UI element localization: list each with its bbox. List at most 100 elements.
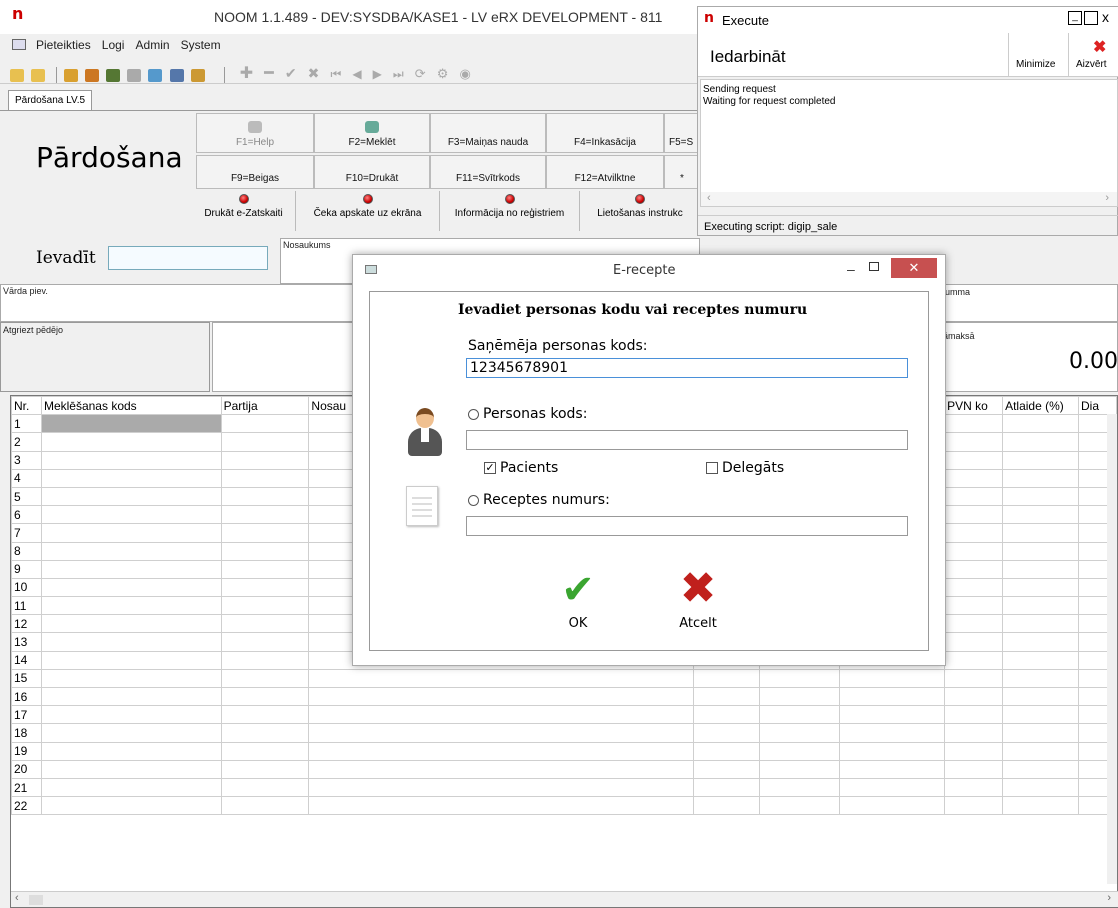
grid-cell[interactable] [944, 796, 1004, 816]
table-row[interactable]: 20 [11, 759, 1117, 779]
grid-cell[interactable] [1002, 541, 1079, 561]
grid-cell[interactable] [1002, 486, 1079, 507]
system-menu-icon[interactable] [12, 39, 26, 50]
grid-cell[interactable] [944, 723, 1004, 743]
grid-cell[interactable] [40, 523, 222, 543]
grid-cell[interactable] [1002, 414, 1079, 434]
grid-cell[interactable] [220, 559, 310, 579]
grid-cell[interactable] [944, 741, 1004, 761]
col-batch[interactable]: Partija [220, 395, 310, 416]
grid-cell[interactable] [944, 559, 1004, 579]
grid-cell[interactable] [308, 759, 695, 779]
grid-cell[interactable] [40, 614, 222, 634]
grid-cell[interactable] [758, 741, 840, 761]
recipient-code-input[interactable]: 12345678901 [466, 358, 908, 378]
personal-code-input[interactable] [466, 430, 908, 450]
grid-cell[interactable] [1002, 614, 1079, 634]
grid-cell[interactable] [40, 723, 222, 743]
f1-help-button[interactable]: F1=Help [196, 113, 314, 153]
grid-cell[interactable] [944, 777, 1004, 798]
f2-search-button[interactable]: F2=Meklēt [314, 113, 430, 153]
prescription-number-radio[interactable]: Receptes numurs: [468, 492, 610, 508]
grid-cell[interactable] [40, 668, 222, 689]
grid-cell[interactable] [220, 723, 310, 743]
grid-cell[interactable] [693, 723, 760, 743]
minimize-button[interactable]: Minimize [1016, 59, 1055, 70]
remove-icon[interactable]: ━ [264, 65, 274, 82]
col-nr[interactable]: Nr. [11, 395, 42, 416]
grid-cell[interactable] [220, 468, 310, 488]
prev-record-icon[interactable]: ◀ [352, 67, 361, 81]
grid-cell[interactable] [220, 432, 310, 452]
table-row[interactable]: 18 [11, 723, 1117, 743]
grid-cell[interactable] [40, 777, 222, 798]
grid-cell[interactable] [758, 723, 840, 743]
maximize-window-icon[interactable] [1084, 11, 1098, 25]
grid-cell[interactable] [944, 686, 1004, 707]
minimize-window-icon[interactable]: _ [1068, 11, 1082, 25]
grid-cell[interactable] [758, 686, 840, 707]
grid-cell[interactable] [944, 414, 1004, 434]
open-folder-icon[interactable] [10, 68, 24, 82]
grid-cell[interactable] [1002, 468, 1079, 488]
grid-cell[interactable] [40, 577, 222, 598]
scroll-left-icon[interactable]: ‹ [707, 192, 711, 204]
grid-cell[interactable] [944, 432, 1004, 452]
book-icon[interactable] [64, 68, 79, 82]
col-discount[interactable]: Atlaide (%) [1002, 395, 1079, 416]
grid-cell[interactable] [1002, 705, 1079, 725]
close-x-icon[interactable]: ✖ [1093, 37, 1106, 57]
globe-icon[interactable] [148, 68, 163, 82]
grid-cell[interactable] [1002, 723, 1079, 743]
menu-pieteikties[interactable]: Pieteikties [36, 38, 91, 52]
grid-cell[interactable] [693, 668, 760, 689]
grid-cell[interactable] [220, 650, 310, 670]
grid-cell[interactable] [40, 432, 222, 452]
grid-cell[interactable] [693, 741, 760, 761]
grid-cell[interactable] [758, 668, 840, 689]
grid-cell[interactable] [220, 796, 310, 816]
grid-cell[interactable] [758, 796, 840, 816]
grid-cell[interactable] [1002, 450, 1079, 470]
scroll-left-icon[interactable]: ‹ [15, 892, 19, 904]
grid-cell[interactable] [693, 759, 760, 779]
grid-cell[interactable] [838, 686, 946, 707]
grid-cell[interactable] [220, 759, 310, 779]
f9-end-button[interactable]: F9=Beigas [196, 155, 314, 189]
grid-cell[interactable] [944, 614, 1004, 634]
grid-cell[interactable] [308, 796, 695, 816]
log-horizontal-scrollbar[interactable]: ‹ › [701, 192, 1117, 206]
next-record-icon[interactable]: ▶ [373, 67, 382, 81]
close-window-icon[interactable]: x [1102, 9, 1109, 25]
grid-cell[interactable] [220, 741, 310, 761]
grid-cell[interactable] [308, 741, 695, 761]
grid-cell[interactable] [40, 705, 222, 725]
grid-cell[interactable] [944, 468, 1004, 488]
print-report-button[interactable]: Drukāt e-Zatskaiti [192, 191, 296, 231]
grid-cell[interactable] [693, 686, 760, 707]
add-icon[interactable]: ✚ [240, 65, 253, 82]
grid-cell[interactable] [1002, 523, 1079, 543]
grid-cell[interactable] [308, 668, 695, 689]
table-row[interactable]: 16 [11, 686, 1117, 707]
grid-cell[interactable] [220, 450, 310, 470]
scroll-thumb[interactable] [29, 895, 43, 905]
grid-cell[interactable] [308, 686, 695, 707]
grid-cell[interactable] [838, 777, 946, 798]
grid-cell[interactable] [308, 723, 695, 743]
grid-cell[interactable] [40, 686, 222, 707]
grid-cell[interactable] [758, 759, 840, 779]
grid-cell[interactable] [220, 632, 310, 652]
enter-input[interactable] [108, 246, 268, 270]
receipt-view-button[interactable]: Čeka apskate uz ekrāna [296, 191, 440, 231]
grid-cell[interactable] [220, 414, 310, 434]
first-record-icon[interactable]: ⏮ [330, 67, 341, 81]
confirm-icon[interactable]: ✔ [285, 65, 297, 81]
table-row[interactable]: 15 [11, 668, 1117, 689]
grid-cell[interactable] [220, 777, 310, 798]
grid-cell[interactable] [1002, 596, 1079, 616]
grid-cell[interactable] [838, 723, 946, 743]
col-search-code[interactable]: Meklēšanas kods [40, 395, 222, 416]
grid-cell[interactable] [944, 523, 1004, 543]
grid-cell[interactable] [838, 668, 946, 689]
